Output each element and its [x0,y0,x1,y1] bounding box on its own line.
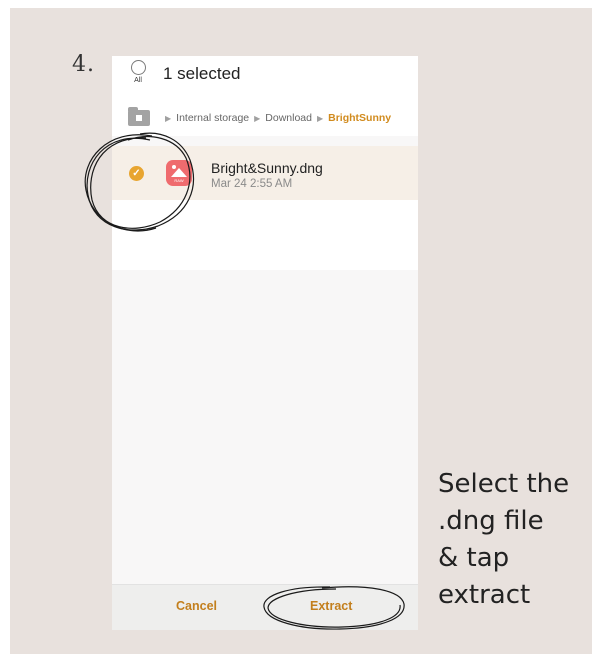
cancel-button[interactable]: Cancel [176,599,217,613]
select-all-label: All [134,77,142,84]
breadcrumb-item-internal-storage[interactable]: Internal storage [176,112,249,124]
select-all-radio-icon[interactable] [130,60,146,75]
extract-button[interactable]: Extract [310,599,352,613]
phone-screen: All 1 selected ▶ Internal storage ▶ Downloa… [112,56,418,630]
selected-checkmark-icon[interactable]: ✓ [129,166,144,181]
image-file-icon: RAW [166,160,192,186]
thumb-raw-label: RAW [174,178,184,183]
file-name: Bright&Sunny.dng [211,160,323,176]
select-all-toggle[interactable]: All [126,60,150,94]
step-number: 4. [72,52,95,77]
instruction-caption: Select the .dng file & tap extract [438,469,570,610]
bottom-action-bar: Cancel Extract [112,584,418,630]
file-date: Mar 24 2:55 AM [211,178,293,190]
breadcrumb: ▶ Internal storage ▶ Download ▶ BrightSunny [112,98,418,136]
chevron-right-icon: ▶ [316,114,324,123]
chevron-right-icon: ▶ [254,114,261,123]
breadcrumb-item-current[interactable]: BrightSunny [328,112,391,124]
selection-count: 1 selected [163,64,241,83]
chevron-right-icon: ▶ [165,114,172,123]
breadcrumb-path: ▶ Internal storage ▶ Download ▶ BrightSunny [160,112,391,124]
breadcrumb-item-download[interactable]: Download [265,112,312,124]
home-folder-icon[interactable] [128,107,150,126]
file-list-item[interactable]: ✓ RAW Bright&Sunny.dng Mar 24 2:55 AM [112,146,418,200]
app-bar: All 1 selected [112,56,418,98]
list-empty-area [112,200,418,270]
